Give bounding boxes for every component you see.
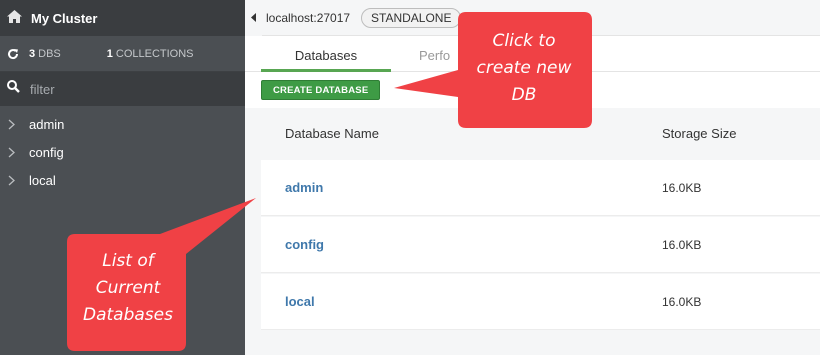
list-callout-text: List of Current Databases (83, 251, 173, 325)
create-callout-text: Click to create new DB (476, 31, 572, 105)
